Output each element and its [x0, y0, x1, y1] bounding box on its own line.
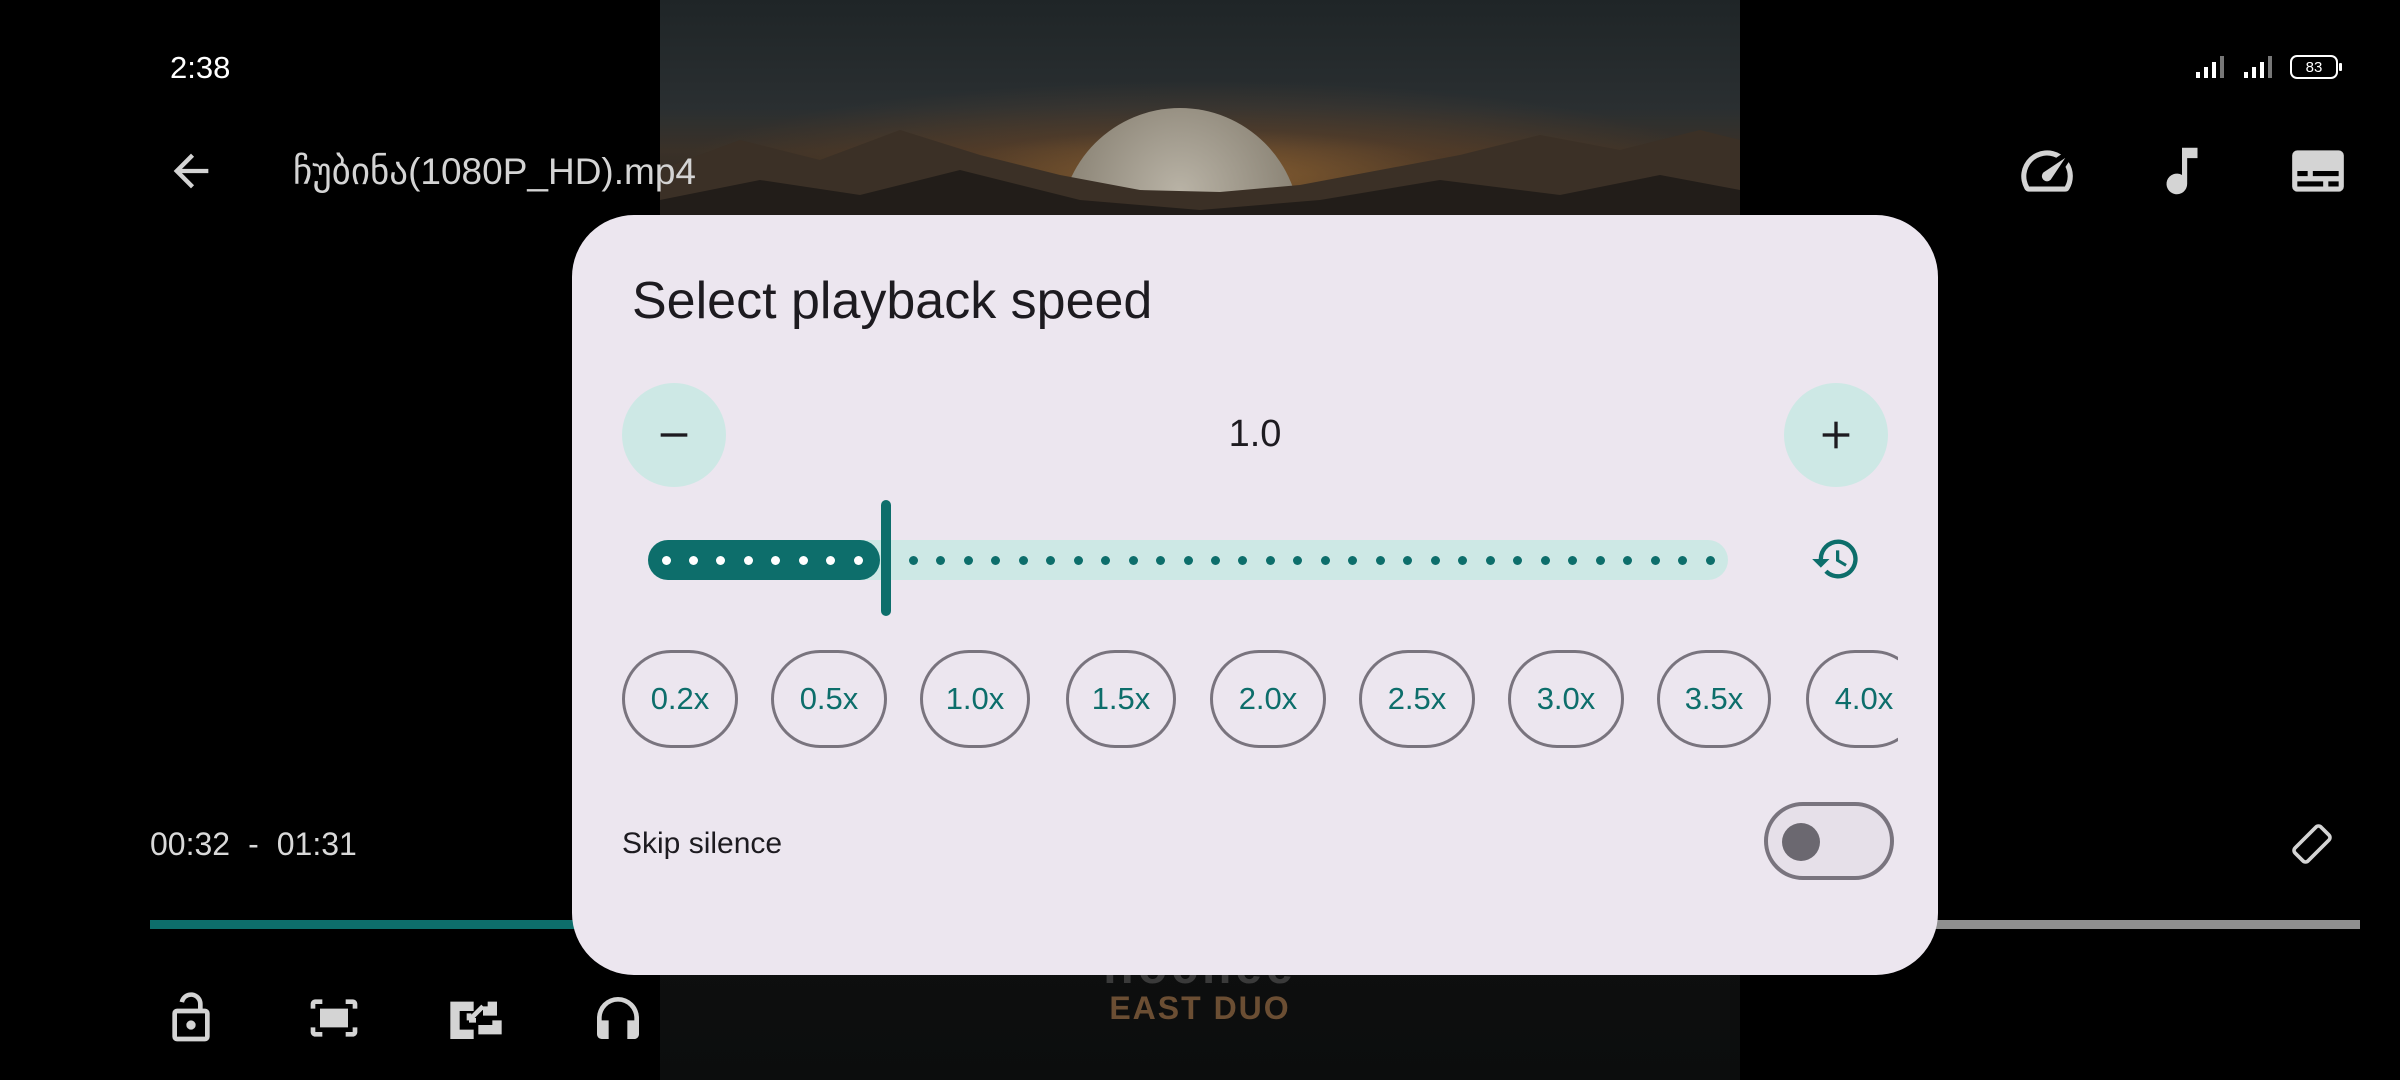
- slider-tick: [1540, 556, 1550, 565]
- slider-active-track: [648, 540, 880, 580]
- battery-icon: 83: [2290, 55, 2342, 79]
- slider-tick: [1210, 556, 1220, 565]
- video-title: ჩუბინა(1080P_HD).mp4: [293, 151, 696, 192]
- signal-icon: [2196, 56, 2224, 78]
- plus-icon: [1822, 421, 1850, 449]
- speed-preset-chip[interactable]: 2.5x: [1359, 650, 1475, 748]
- slider-tick: [1375, 556, 1385, 565]
- slider-tick: [1183, 556, 1193, 565]
- slider-tick: [661, 556, 671, 565]
- status-icons: 83: [2194, 54, 2342, 80]
- slider-tick: [963, 556, 973, 565]
- battery-level: 83: [2305, 58, 2323, 76]
- speedometer-icon[interactable]: [2016, 140, 2078, 202]
- picture-in-picture-icon[interactable]: [448, 990, 504, 1046]
- speed-preset-chip[interactable]: 0.2x: [622, 650, 738, 748]
- slider-tick: [1018, 556, 1028, 565]
- slider-tick: [798, 556, 808, 565]
- slider-tick: [1156, 556, 1166, 565]
- slider-tick: [1678, 556, 1688, 565]
- speed-value: 1.0: [1228, 413, 1282, 455]
- speed-preset-chip[interactable]: 4.0x: [1806, 650, 1898, 748]
- status-time: 2:38: [170, 50, 231, 85]
- artwork-subtitle: EAST DUO: [1109, 990, 1291, 1026]
- speed-preset-chip[interactable]: 3.0x: [1508, 650, 1624, 748]
- speed-slider[interactable]: [648, 500, 1728, 616]
- slider-tick: [853, 556, 863, 565]
- time-display: 00:32 - 01:31: [150, 826, 357, 863]
- headphones-icon[interactable]: [590, 990, 646, 1046]
- slider-tick: [1705, 556, 1715, 565]
- slider-tick: [688, 556, 698, 565]
- slider-tick: [1320, 556, 1330, 565]
- slider-tick: [1485, 556, 1495, 565]
- slider-tick: [1595, 556, 1605, 565]
- speed-preset-chip[interactable]: 3.5x: [1657, 650, 1771, 748]
- slider-tick: [1265, 556, 1275, 565]
- time-separator: -: [248, 826, 259, 862]
- slider-tick: [1101, 556, 1111, 565]
- playback-speed-dialog: Select playback speed 1.0 0.2x 0.5x 1.0x 1.…: [572, 215, 1938, 975]
- skip-silence-label: Skip silence: [622, 827, 783, 860]
- slider-tick: [743, 556, 753, 565]
- fit-screen-icon[interactable]: [306, 990, 362, 1046]
- speed-presets: 0.2x 0.5x 1.0x 1.5x 2.0x 2.5x 3.0x 3.5x 4.0x: [622, 650, 1898, 756]
- lock-open-icon[interactable]: [163, 990, 219, 1046]
- speed-preset-chip[interactable]: 2.0x: [1210, 650, 1326, 748]
- slider-tick: [1623, 556, 1633, 565]
- speed-preset-chip[interactable]: 1.0x: [920, 650, 1030, 748]
- toggle-knob: [1782, 823, 1820, 861]
- slider-tick: [908, 556, 918, 565]
- slider-tick: [1650, 556, 1660, 565]
- history-icon[interactable]: [1810, 533, 1862, 585]
- screen-rotation-icon[interactable]: [2290, 822, 2334, 866]
- arrow-left-icon[interactable]: [165, 145, 217, 197]
- slider-thumb[interactable]: [880, 500, 891, 616]
- current-time: 00:32: [150, 826, 231, 862]
- skip-silence-toggle[interactable]: [1764, 802, 1894, 880]
- increase-speed-button[interactable]: [1784, 383, 1888, 487]
- slider-tick: [1430, 556, 1440, 565]
- subtitles-icon[interactable]: [2287, 140, 2349, 202]
- speed-preset-chip[interactable]: 1.5x: [1066, 650, 1176, 748]
- signal-icon-2: [2244, 56, 2272, 78]
- music-note-icon[interactable]: [2151, 140, 2213, 202]
- slider-tick: [1073, 556, 1083, 565]
- dialog-title: Select playback speed: [632, 272, 1153, 330]
- speed-preset-chip[interactable]: 0.5x: [771, 650, 887, 748]
- total-time: 01:31: [276, 826, 357, 862]
- slider-tick: [1128, 556, 1138, 565]
